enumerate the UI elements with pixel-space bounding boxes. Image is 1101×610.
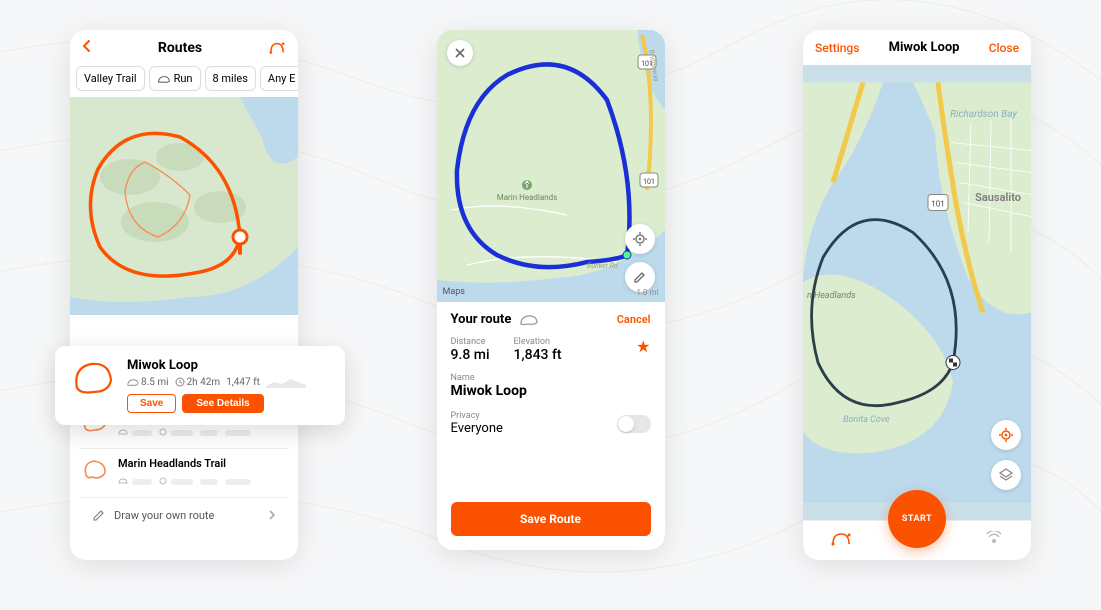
name-label: Name	[451, 373, 651, 383]
headlands-label: n Headlands	[807, 291, 856, 301]
route-highlight-card[interactable]: Miwok Loop 8.5 mi 2h 42m 1,447 ft Save S…	[55, 346, 345, 425]
record-title: Miwok Loop	[889, 40, 960, 55]
layers-button[interactable]	[991, 460, 1021, 490]
record-map[interactable]: 101 Richardson Bay Sausalito n Headlands…	[803, 65, 1031, 520]
filter-chip[interactable]: 8 miles	[205, 66, 256, 91]
routes-map[interactable]	[70, 97, 298, 315]
shoe-icon	[118, 428, 128, 436]
draw-your-own-route[interactable]: Draw your own route	[80, 497, 288, 532]
locate-button[interactable]	[991, 420, 1021, 450]
route-record-screen: Settings Miwok Loop Close	[803, 30, 1031, 560]
map-canvas: 101 101 Marin Headlands Bunker Rd Bridge…	[437, 30, 665, 302]
run-icon	[157, 74, 171, 84]
list-item[interactable]: Marin Headlands Trail	[80, 448, 288, 497]
filter-row: Valley Trail Run 8 miles Any E	[70, 66, 298, 97]
chevron-right-icon	[268, 510, 276, 520]
privacy-value[interactable]: Everyone	[451, 421, 503, 436]
finish-marker-icon	[946, 356, 960, 370]
distance-label: Distance	[451, 337, 490, 347]
route-thumb-icon	[80, 457, 110, 483]
routes-title: Routes	[158, 40, 202, 56]
routes-header: Routes	[70, 30, 298, 66]
see-details-button[interactable]: See Details	[182, 394, 263, 413]
bay-label: Richardson Bay	[950, 109, 1017, 120]
tab-route[interactable]	[830, 531, 852, 551]
elevation-sparkline-icon	[266, 376, 306, 388]
save-route-button[interactable]: Save Route	[451, 502, 651, 536]
route-thumb-icon	[69, 358, 117, 398]
routes-screen: Routes Valley Trail Run 8 miles Any E	[70, 30, 298, 560]
chevron-left-icon	[82, 40, 92, 52]
beacon-icon	[984, 531, 1004, 547]
maps-attribution: Maps	[443, 287, 465, 297]
map-canvas	[70, 97, 298, 315]
privacy-label: Privacy	[451, 411, 503, 421]
tab-route-icon	[830, 531, 852, 547]
svg-text:101: 101	[931, 200, 945, 209]
route-name-value[interactable]: Miwok Loop	[451, 383, 651, 399]
elevation-label: Elevation	[514, 337, 562, 347]
shoe-icon	[519, 313, 539, 327]
shoe-icon	[127, 378, 139, 387]
cove-label: Bonita Cove	[843, 415, 890, 425]
record-header: Settings Miwok Loop Close	[803, 30, 1031, 65]
elevation-value: 1,843 ft	[514, 347, 562, 363]
svg-text:Bunker Rd: Bunker Rd	[587, 262, 618, 270]
close-link[interactable]: Close	[989, 41, 1019, 55]
svg-text:101: 101	[643, 178, 655, 186]
route-card-title: Miwok Loop	[127, 358, 331, 373]
list-item-title: Marin Headlands Trail	[118, 457, 254, 470]
locate-icon	[998, 427, 1014, 443]
close-button[interactable]	[447, 40, 473, 66]
clock-icon	[159, 477, 167, 485]
settings-link[interactable]: Settings	[815, 41, 859, 55]
layers-icon	[998, 467, 1014, 483]
route-icon[interactable]	[268, 41, 286, 55]
pencil-icon	[633, 270, 647, 284]
city-label: Sausalito	[975, 191, 1021, 204]
close-icon	[454, 47, 466, 59]
filter-chip[interactable]: Any E	[260, 66, 298, 91]
favorite-star-icon[interactable]: ★	[636, 337, 650, 356]
privacy-toggle[interactable]	[617, 415, 651, 433]
save-button[interactable]: Save	[127, 394, 176, 413]
cancel-link[interactable]: Cancel	[617, 313, 651, 326]
distance-value: 9.8 mi	[451, 347, 490, 363]
locate-icon	[632, 231, 648, 247]
start-button[interactable]: START	[888, 490, 946, 548]
svg-text:Marin Headlands: Marin Headlands	[496, 193, 557, 202]
back-button[interactable]	[82, 40, 92, 56]
filter-chip[interactable]: Valley Trail	[76, 66, 145, 91]
locate-button[interactable]	[625, 224, 655, 254]
tab-sensor[interactable]	[984, 531, 1004, 551]
your-route-label: Your route	[451, 312, 512, 327]
shoe-icon	[118, 477, 128, 485]
map-scale: 1.0 mi	[636, 288, 658, 297]
route-builder-map[interactable]: 101 101 Marin Headlands Bunker Rd Bridge…	[437, 30, 665, 302]
pencil-icon	[92, 508, 106, 522]
clock-icon	[175, 377, 185, 387]
clock-icon	[159, 428, 167, 436]
filter-chip-activity[interactable]: Run	[149, 66, 201, 91]
route-card-stats: 8.5 mi 2h 42m 1,447 ft	[127, 376, 331, 388]
route-builder-screen: 101 101 Marin Headlands Bunker Rd Bridge…	[437, 30, 665, 550]
